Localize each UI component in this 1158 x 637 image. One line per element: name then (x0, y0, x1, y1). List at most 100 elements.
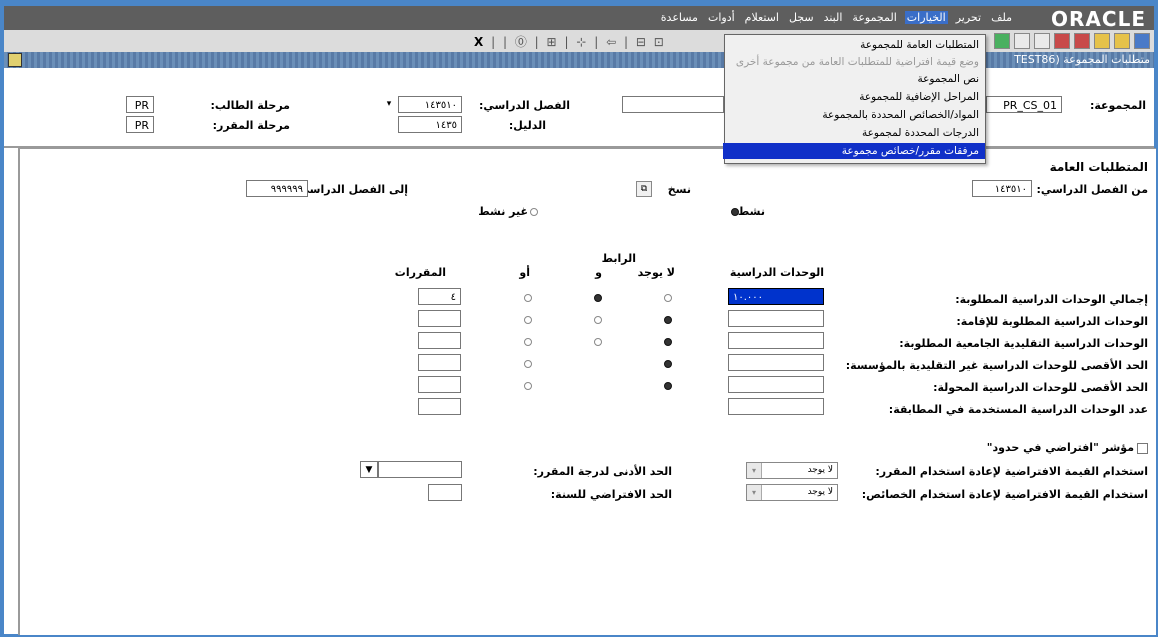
row1-courses-field[interactable] (418, 310, 461, 327)
attr-reuse-value: لا يوجد (807, 487, 833, 497)
separator-icon: | (594, 35, 601, 49)
total-credits-label: إجمالي الوحدات الدراسية المطلوبة: (955, 293, 1148, 306)
menu-group[interactable]: المجموعة (850, 11, 898, 24)
attr-reuse-select[interactable]: ▾ لا يوجد (746, 484, 838, 501)
group-description-field[interactable] (622, 96, 724, 113)
course-reuse-select[interactable]: ▾ لا يوجد (746, 462, 838, 479)
residence-credits-field[interactable] (728, 310, 824, 327)
student-level-field[interactable]: PR (126, 96, 154, 113)
row2-none-radio[interactable] (664, 338, 672, 346)
clear-icon[interactable] (1014, 33, 1030, 49)
active-label: نشط (737, 205, 765, 218)
menu-item[interactable]: البند (822, 11, 845, 24)
menu-query[interactable]: استعلام (743, 11, 781, 24)
default-year-label: الحد الافتراضي للسنة: (550, 488, 672, 501)
row0-or-radio[interactable] (524, 294, 532, 302)
refresh-icon[interactable] (994, 33, 1010, 49)
chevron-down-icon[interactable]: ▾ (747, 463, 762, 478)
term-label: الفصل الدراسي: (478, 99, 570, 112)
or-column-header: أو (519, 266, 530, 279)
next-block-icon[interactable] (1054, 33, 1070, 49)
copy-label: نسخ (667, 183, 691, 196)
catalog-field[interactable]: ١٤٣٥ (398, 116, 462, 133)
row4-courses-field[interactable] (418, 376, 461, 393)
term-field[interactable]: ١٤٣٥١٠ (398, 96, 462, 113)
insert-record-icon[interactable]: ⊹ (576, 35, 588, 49)
max-transfer-field[interactable] (728, 376, 824, 393)
menu-edit[interactable]: تحرير (954, 11, 983, 24)
options-menu: المتطلبات العامة للمجموعة وضع قيمة افترا… (723, 34, 986, 164)
row1-none-radio[interactable] (664, 316, 672, 324)
row0-courses-field[interactable]: ٤ (418, 288, 461, 305)
folder-icon[interactable] (1094, 33, 1110, 49)
menu-record[interactable]: سجل (787, 11, 816, 24)
row0-and-radio[interactable] (594, 294, 602, 302)
menu-additional-levels[interactable]: المراحل الإضافية للمجموعة (723, 89, 985, 105)
inactive-radio[interactable] (530, 208, 538, 216)
row2-and-radio[interactable] (594, 338, 602, 346)
group-field[interactable]: PR_CS_01 (986, 96, 1062, 113)
separator-icon: | (564, 35, 571, 49)
print-icon[interactable]: ⊞ (547, 35, 559, 49)
form-icon (8, 53, 22, 67)
back-icon[interactable]: ⇦ (606, 35, 618, 49)
close-icon[interactable]: X (474, 35, 485, 49)
row3-courses-field[interactable] (418, 354, 461, 371)
row3-or-radio[interactable] (524, 360, 532, 368)
to-term-field[interactable]: ٩٩٩٩٩٩ (246, 180, 308, 197)
menu-general-requirements[interactable]: المتطلبات العامة للمجموعة (723, 37, 985, 53)
row2-courses-field[interactable] (418, 332, 461, 349)
menu-options[interactable]: الخيارات (904, 11, 948, 24)
total-credits-field[interactable]: ١٠.٠٠٠ (728, 288, 824, 305)
default-year-field[interactable] (428, 484, 462, 501)
from-term-field[interactable]: ١٤٣٥١٠ (972, 180, 1032, 197)
save-icon[interactable] (1134, 33, 1150, 49)
menubar: ملف تحرير الخيارات المجموعة البند سجل اس… (659, 11, 1014, 24)
menu-file[interactable]: ملف (989, 11, 1014, 24)
min-grade-dropdown-icon[interactable]: ▼ (360, 461, 378, 478)
catalog-label: الدليل: (508, 119, 546, 132)
default-limits-checkbox[interactable] (1137, 443, 1148, 454)
row3-none-radio[interactable] (664, 360, 672, 368)
separator-icon: | | (491, 35, 509, 49)
none-column-header: لا يوجد (637, 266, 675, 279)
row1-or-radio[interactable] (524, 316, 532, 324)
row0-none-radio[interactable] (664, 294, 672, 302)
menu-group-grades[interactable]: الدرجات المحددة لمجموعة (723, 125, 985, 141)
course-reuse-label: استخدام القيمة الافتراضية لإعادة استخدام… (875, 465, 1148, 478)
traditional-credits-label: الوحدات الدراسية التقليدية الجامعية المط… (899, 337, 1148, 350)
row5-courses-field[interactable] (418, 398, 461, 415)
and-column-header: و (595, 266, 602, 279)
courses-column-header: المقررات (394, 266, 446, 279)
max-nontraditional-field[interactable] (728, 354, 824, 371)
max-nontraditional-label: الحد الأقصى للوحدات الدراسية غير التقليد… (845, 359, 1148, 372)
menu-default-from-other-group[interactable]: وضع قيمة افتراضية للمتطلبات العامة من مج… (723, 54, 985, 70)
traditional-credits-field[interactable] (728, 332, 824, 349)
min-grade-field[interactable] (378, 461, 462, 478)
menu-tools[interactable]: أدوات (706, 11, 737, 24)
row4-none-radio[interactable] (664, 382, 672, 390)
copy-icon[interactable]: ⧉ (636, 181, 652, 197)
row1-and-radio[interactable] (594, 316, 602, 324)
form-title: متطلبات المجموعة (TEST86 (1014, 53, 1150, 66)
open-icon[interactable] (1114, 33, 1130, 49)
course-reuse-value: لا يوجد (807, 465, 833, 475)
menu-group-courses-attributes[interactable]: المواد/الخصائص المحددة بالمجموعة (723, 107, 985, 123)
help-icon[interactable]: ⓪ (515, 35, 529, 49)
chevron-down-icon[interactable]: ▾ (747, 485, 762, 500)
row4-or-radio[interactable] (524, 382, 532, 390)
course-level-field[interactable]: PR (126, 116, 154, 133)
matching-credits-field[interactable] (728, 398, 824, 415)
grid-icon[interactable]: ⊟ (636, 35, 648, 49)
page-icon[interactable] (1034, 33, 1050, 49)
previous-block-icon[interactable] (1074, 33, 1090, 49)
term-dropdown-icon[interactable]: ▾ (380, 96, 398, 113)
menu-group-text[interactable]: نص المجموعة (723, 71, 985, 87)
row2-or-radio[interactable] (524, 338, 532, 346)
matching-credits-label: عدد الوحدات الدراسية المستخدمة في المطاب… (888, 403, 1148, 416)
grid2-icon[interactable]: ⊡ (654, 35, 666, 49)
menu-help[interactable]: مساعدة (659, 11, 700, 24)
toolbar-icons-right (994, 33, 1150, 49)
course-level-label: مرحلة المقرر: (212, 119, 290, 132)
menu-course-attribute-attachments[interactable]: مرفقات مقرر/خصائص مجموعة (723, 143, 985, 159)
